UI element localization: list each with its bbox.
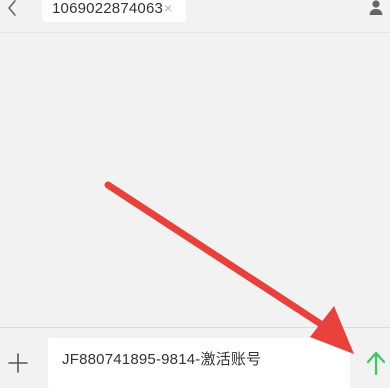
plus-icon (8, 353, 28, 373)
send-button[interactable] (364, 348, 388, 378)
recipient-remove-button[interactable]: × (164, 0, 172, 16)
recipient-chip[interactable]: 1069022874063 × (42, 0, 186, 22)
top-bar: 1069022874063 × (0, 0, 390, 33)
message-input[interactable]: JF880741895-9814-激活账号 (48, 338, 350, 388)
chevron-left-icon (8, 0, 16, 16)
conversation-area (0, 33, 390, 327)
contact-button[interactable] (366, 0, 386, 18)
recipient-number: 1069022874063 (52, 0, 164, 17)
compose-bar: JF880741895-9814-激活账号 (0, 327, 390, 388)
arrow-up-icon (366, 351, 386, 376)
attach-button[interactable] (6, 351, 30, 375)
person-icon (369, 0, 383, 15)
back-button[interactable] (0, 0, 26, 20)
message-text: JF880741895-9814-激活账号 (62, 351, 262, 368)
